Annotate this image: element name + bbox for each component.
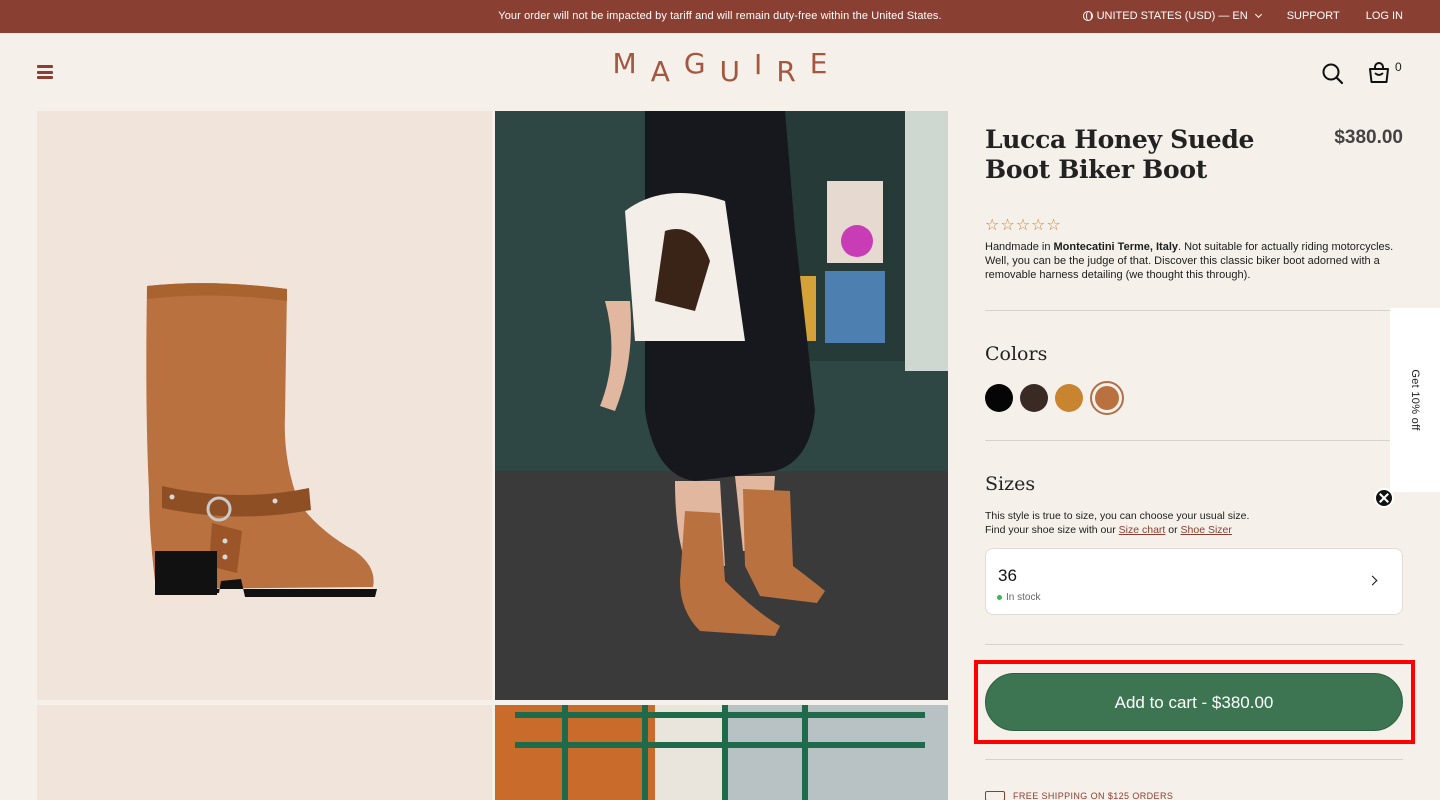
rating-stars[interactable]: ☆ ☆ ☆ ☆ ☆ (985, 215, 1061, 235)
logo-letter: G (683, 47, 720, 80)
announcement-bar: Your order will not be impacted by tarif… (0, 0, 1440, 33)
shoe-sizer-link[interactable]: Shoe Sizer (1181, 524, 1232, 536)
brand-logo[interactable]: MAGUIRE (0, 47, 1440, 88)
boot-product-image[interactable] (37, 111, 492, 700)
desc-origin: Montecatini Terme, Italy (1053, 241, 1179, 253)
color-swatches (985, 381, 1124, 415)
selected-size: 36 (998, 566, 1017, 585)
divider (985, 440, 1403, 441)
star-icon: ☆ (1000, 217, 1015, 234)
stock-label: In stock (1006, 592, 1041, 603)
cart-count: 0 (1395, 60, 1402, 74)
size-chart-link[interactable]: Size chart (1119, 524, 1166, 536)
size-guidance: This style is true to size, you can choo… (985, 509, 1403, 537)
globe-icon (1082, 11, 1093, 21)
locale-label: UNITED STATES (USD) — EN (1096, 10, 1248, 22)
boot-illustration (146, 283, 377, 597)
logo-letter: I (754, 48, 777, 81)
site-header: MAGUIRE 0 (0, 33, 1440, 111)
star-icon: ☆ (1031, 217, 1046, 234)
sizes-heading: Sizes (985, 473, 1036, 495)
model-lifestyle-image[interactable] (495, 111, 948, 700)
login-link[interactable]: LOG IN (1366, 10, 1403, 22)
discount-tab[interactable]: Get 10% off (1390, 308, 1440, 492)
logo-letter: R (776, 55, 810, 88)
divider (985, 644, 1403, 645)
divider (985, 759, 1403, 760)
lifestyle-image-2[interactable] (495, 705, 948, 800)
shipping-info: FREE SHIPPING ON $125 ORDERS (985, 791, 1173, 800)
size-selector[interactable]: 36 In stock (985, 548, 1403, 615)
stock-status: In stock (997, 592, 1040, 603)
divider (985, 310, 1403, 311)
size-note-1: This style is true to size, you can choo… (985, 510, 1250, 522)
shipping-label: FREE SHIPPING ON $125 ORDERS (1013, 791, 1174, 800)
product-price: $380.00 (1334, 127, 1403, 148)
swatch-black[interactable] (985, 384, 1013, 412)
search-icon[interactable] (1322, 63, 1344, 85)
lifestyle-photo (495, 111, 948, 700)
swatch-honey[interactable] (1055, 384, 1083, 412)
product-description: Handmade in Montecatini Terme, Italy. No… (985, 240, 1403, 282)
swatch-tan[interactable] (1090, 381, 1124, 415)
size-note-or: or (1165, 524, 1181, 536)
desc-text: Handmade in (985, 241, 1054, 253)
chevron-right-icon (1367, 575, 1378, 586)
product-title: Lucca Honey Suede Boot Biker Boot (985, 125, 1255, 184)
logo-letter: E (809, 47, 842, 80)
add-to-cart-button[interactable]: Add to cart - $380.00 (985, 673, 1403, 731)
boot-detail-image[interactable] (37, 705, 492, 800)
size-note-2: Find your shoe size with our (985, 524, 1119, 536)
star-icon: ☆ (985, 217, 1000, 234)
logo-letter: M (612, 47, 651, 80)
star-icon: ☆ (1046, 217, 1061, 234)
support-link[interactable]: SUPPORT (1287, 10, 1340, 22)
logo-letter: A (650, 55, 684, 88)
colors-heading: Colors (985, 343, 1048, 365)
chevron-down-icon (1254, 10, 1262, 19)
lifestyle-photo-2 (495, 705, 948, 800)
logo-letter: U (719, 55, 755, 88)
close-icon[interactable] (1374, 488, 1394, 508)
shopping-bag-icon[interactable] (1367, 61, 1391, 85)
star-icon: ☆ (1015, 217, 1031, 234)
in-stock-dot-icon (997, 595, 1002, 600)
truck-icon (985, 791, 1005, 800)
locale-selector[interactable]: UNITED STATES (USD) — EN (1082, 10, 1262, 22)
swatch-dark-brown[interactable] (1020, 384, 1048, 412)
discount-tab-label: Get 10% off (1409, 369, 1421, 431)
